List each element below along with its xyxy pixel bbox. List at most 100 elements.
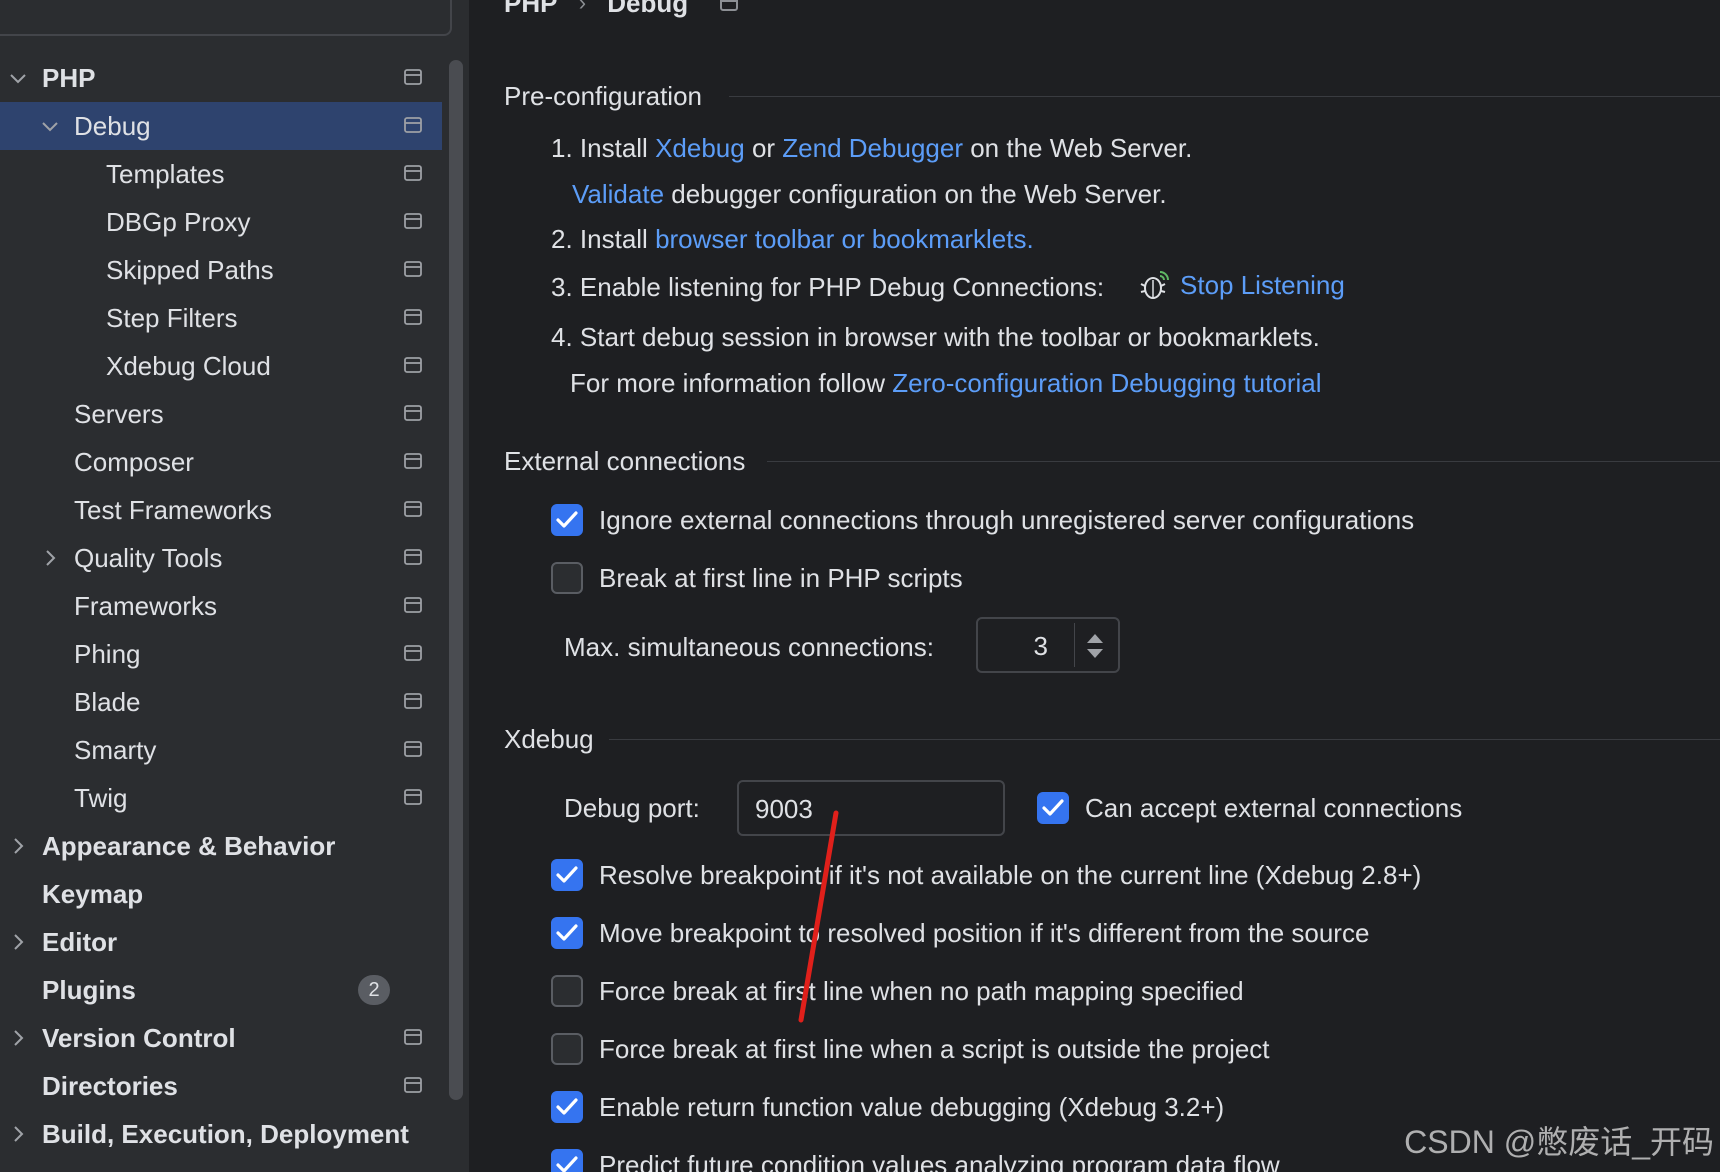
project-scope-icon	[404, 549, 422, 565]
break-first-line-label: Break at first line in PHP scripts	[599, 563, 963, 593]
max-connections-spinner[interactable]: 3	[976, 617, 1120, 673]
chevron-right-icon[interactable]	[6, 1122, 30, 1146]
sidebar-item-skipped-paths[interactable]: Skipped Paths	[0, 246, 442, 294]
sidebar-item-label: Templates	[106, 159, 225, 189]
project-scope-icon	[404, 165, 422, 181]
browser-toolbar-link[interactable]: browser toolbar or bookmarklets.	[655, 224, 1034, 254]
xdebug-option-checkbox[interactable]	[551, 859, 583, 891]
zend-debugger-link[interactable]: Zend Debugger	[782, 133, 963, 163]
project-scope-icon	[404, 357, 422, 373]
validate-link[interactable]: Validate	[572, 179, 664, 209]
preconfig-step2: 2. Install browser toolbar or bookmarkle…	[551, 222, 1034, 256]
ignore-external-checkbox[interactable]	[551, 504, 583, 536]
sidebar-item-label: Debug	[74, 111, 151, 141]
sidebar-item-build-execution-deployment[interactable]: Build, Execution, Deployment	[0, 1110, 442, 1158]
xdebug-option-checkbox[interactable]	[551, 917, 583, 949]
sidebar-item-blade[interactable]: Blade	[0, 678, 442, 726]
tutorial-link[interactable]: Zero-configuration Debugging tutorial	[892, 368, 1321, 398]
chevron-right-icon[interactable]	[38, 546, 62, 570]
breadcrumb-item-php[interactable]: PHP	[504, 0, 557, 19]
update-count-badge: 2	[358, 975, 390, 1005]
project-scope-icon	[404, 645, 422, 661]
settings-content: PHP › Debug Pre-configuration 1. Install…	[471, 0, 1720, 1172]
project-scope-icon	[404, 741, 422, 757]
sidebar-item-dbgp-proxy[interactable]: DBGp Proxy	[0, 198, 442, 246]
sidebar-item-composer[interactable]: Composer	[0, 438, 442, 486]
sidebar-item-php[interactable]: PHP	[0, 54, 442, 102]
xdebug-option-checkbox[interactable]	[551, 1091, 583, 1123]
checkmark-icon	[556, 866, 578, 883]
sidebar-item-quality-tools[interactable]: Quality Tools	[0, 534, 442, 582]
project-scope-icon	[404, 1029, 422, 1045]
sidebar-item-label: Plugins	[42, 975, 136, 1005]
xdebug-option-label: Force break at first line when no path m…	[599, 976, 1244, 1006]
sidebar-item-smarty[interactable]: Smarty	[0, 726, 442, 774]
project-scope-icon	[404, 789, 422, 805]
accept-external-label: Can accept external connections	[1085, 793, 1463, 823]
sidebar-item-templates[interactable]: Templates	[0, 150, 442, 198]
stop-listening-link[interactable]: Stop Listening	[1180, 268, 1345, 302]
chevron-right-icon[interactable]	[6, 930, 30, 954]
accept-external-checkbox[interactable]	[1037, 792, 1069, 824]
xdebug-option-checkbox[interactable]	[551, 1149, 583, 1172]
xdebug-link[interactable]: Xdebug	[655, 133, 745, 163]
sidebar-item-version-control[interactable]: Version Control	[0, 1014, 442, 1062]
sidebar-item-label: Phing	[74, 639, 141, 669]
sidebar-item-step-filters[interactable]: Step Filters	[0, 294, 442, 342]
project-scope-icon	[720, 0, 739, 12]
step3-text: 3. Enable listening for PHP Debug Connec…	[551, 272, 1105, 302]
sidebar-item-keymap[interactable]: Keymap	[0, 870, 442, 918]
sidebar-item-twig[interactable]: Twig	[0, 774, 442, 822]
chevron-right-icon[interactable]	[6, 1026, 30, 1050]
sidebar-item-appearance-behavior[interactable]: Appearance & Behavior	[0, 822, 442, 870]
break-first-line-checkbox[interactable]	[551, 562, 583, 594]
sidebar-item-label: Servers	[74, 399, 164, 429]
sidebar-item-label: Appearance & Behavior	[42, 831, 336, 861]
watermark-text: CSDN @憋废话_开码	[1404, 1124, 1714, 1160]
sidebar-item-test-frameworks[interactable]: Test Frameworks	[0, 486, 442, 534]
sidebar-item-label: Directories	[42, 1071, 178, 1101]
settings-sidebar: PHP Debug Templates DBGp Proxy Skipped Paths…	[0, 0, 470, 1172]
sidebar-item-frameworks[interactable]: Frameworks	[0, 582, 442, 630]
ignore-external-label: Ignore external connections through unre…	[599, 505, 1415, 535]
bug-listening-icon	[1140, 271, 1169, 299]
breadcrumb: PHP › Debug	[504, 0, 739, 26]
debug-port-input[interactable]: 9003	[737, 780, 1005, 836]
chevron-down-icon[interactable]	[6, 66, 30, 90]
xdebug-option-label: Enable return function value debugging (…	[599, 1092, 1225, 1122]
sidebar-item-directories[interactable]: Directories	[0, 1062, 442, 1110]
sidebar-item-label: Smarty	[74, 735, 157, 765]
sidebar-item-label: Xdebug Cloud	[106, 351, 271, 381]
chevron-right-icon[interactable]	[6, 834, 30, 858]
xdebug-option-checkbox[interactable]	[551, 1033, 583, 1065]
validate-text: debugger configuration on the Web Server…	[664, 179, 1167, 209]
preconfig-step1: 1. Install Xdebug or Zend Debugger on th…	[551, 131, 1192, 165]
sidebar-item-label: Frameworks	[74, 591, 218, 621]
sidebar-item-phing[interactable]: Phing	[0, 630, 442, 678]
preconfig-more-info: For more information follow Zero-configu…	[570, 366, 1322, 400]
max-connections-label: Max. simultaneous connections:	[564, 632, 934, 662]
spinner-arrows-icon[interactable]	[1084, 631, 1106, 661]
sidebar-item-debug[interactable]: Debug	[0, 102, 442, 150]
xdebug-option-checkbox[interactable]	[551, 975, 583, 1007]
checkmark-icon	[556, 924, 578, 941]
xdebug-option-label: Resolve breakpoint if it's not available…	[599, 860, 1422, 890]
step1-suffix-text: on the Web Server.	[962, 133, 1193, 163]
sidebar-item-servers[interactable]: Servers	[0, 390, 442, 438]
checkmark-icon	[556, 1098, 578, 1115]
debug-port-label: Debug port:	[564, 793, 700, 823]
sidebar-item-plugins[interactable]: Plugins 2	[0, 966, 442, 1014]
project-scope-icon	[404, 213, 422, 229]
project-scope-icon	[404, 453, 422, 469]
xdebug-section-title: Xdebug	[504, 724, 594, 754]
project-scope-icon	[404, 309, 422, 325]
sidebar-item-editor[interactable]: Editor	[0, 918, 442, 966]
chevron-down-icon[interactable]	[38, 114, 62, 138]
preconfig-step4: 4. Start debug session in browser with t…	[551, 322, 1320, 352]
sidebar-scrollbar[interactable]	[449, 60, 463, 1100]
project-scope-icon	[404, 117, 422, 133]
sidebar-item-xdebug-cloud[interactable]: Xdebug Cloud	[0, 342, 442, 390]
project-scope-icon	[404, 1077, 422, 1093]
settings-search-input[interactable]	[0, 0, 452, 36]
sidebar-item-label: Quality Tools	[74, 543, 223, 573]
